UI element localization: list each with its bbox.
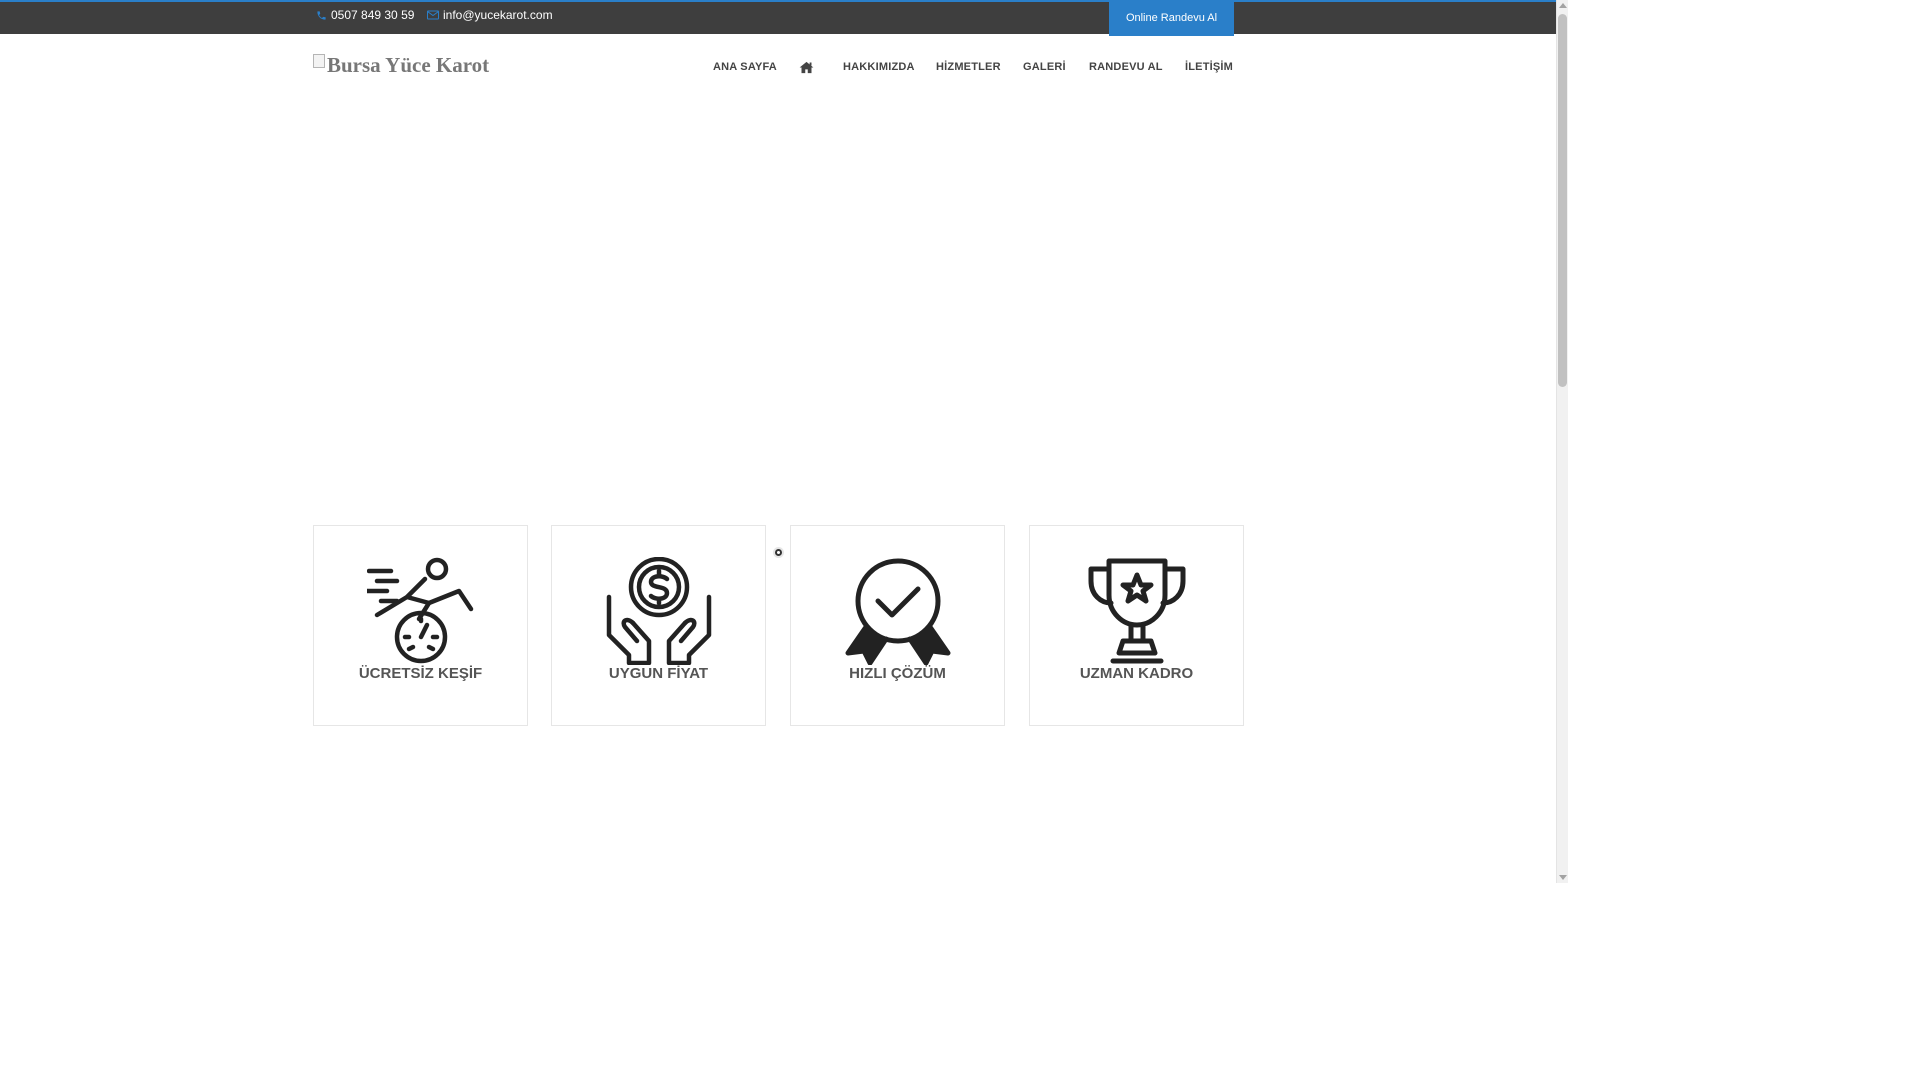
logo-alt-text: Bursa Yüce Karot bbox=[327, 52, 490, 77]
phone-contact[interactable]: 0507 849 30 59 bbox=[316, 8, 414, 22]
phone-number: 0507 849 30 59 bbox=[331, 8, 415, 22]
nav-item-services[interactable]: HİZMETLER bbox=[936, 61, 1001, 73]
home-icon bbox=[799, 61, 814, 74]
page: 0507 849 30 59 info@yucekarot.com Online… bbox=[0, 0, 1568, 883]
slider-dot[interactable] bbox=[773, 547, 784, 558]
feature-title: UYGUN FİYAT bbox=[608, 665, 709, 682]
feature-card-fast-solution: HIZLI ÇÖZÜM bbox=[790, 525, 1005, 726]
email-contact[interactable]: info@yucekarot.com bbox=[427, 8, 553, 22]
feature-title: ÜCRETSİZ KEŞİF bbox=[358, 665, 483, 682]
nav-item-contact[interactable]: İLETİŞİM bbox=[1185, 61, 1233, 73]
online-appointment-button[interactable]: Online Randevu Al bbox=[1109, 0, 1234, 36]
broken-image-icon bbox=[313, 54, 325, 68]
topbar: 0507 849 30 59 info@yucekarot.com Online… bbox=[0, 0, 1556, 36]
scroll-up-arrow-icon[interactable] bbox=[1559, 3, 1567, 8]
nav-item-gallery[interactable]: GALERİ bbox=[1023, 61, 1066, 73]
scrollbar-thumb[interactable] bbox=[1558, 14, 1567, 387]
trophy-star-icon bbox=[1088, 558, 1185, 664]
nav-item-home-icon[interactable] bbox=[799, 61, 814, 77]
site-logo[interactable]: Bursa Yüce Karot bbox=[313, 52, 489, 78]
feature-title: HIZLI ÇÖZÜM bbox=[849, 665, 946, 682]
feature-title: UZMAN KADRO bbox=[1079, 665, 1194, 682]
nav-item-home[interactable]: ANA SAYFA bbox=[713, 61, 777, 73]
envelope-icon bbox=[427, 10, 439, 20]
feature-card-free-survey: ÜCRETSİZ KEŞİF bbox=[313, 525, 528, 726]
page-scrollbar[interactable] bbox=[1556, 0, 1568, 883]
nav-item-appointment[interactable]: RANDEVU AL bbox=[1089, 61, 1163, 73]
badge-check-icon bbox=[845, 558, 950, 665]
nav-item-about[interactable]: HAKKIMIZDA bbox=[843, 61, 915, 73]
scroll-down-arrow-icon[interactable] bbox=[1559, 875, 1567, 880]
hands-coin-icon bbox=[606, 557, 711, 665]
phone-icon bbox=[317, 10, 326, 20]
feature-card-affordable-price: UYGUN FİYAT bbox=[551, 525, 766, 726]
email-address: info@yucekarot.com bbox=[443, 8, 553, 22]
running-speedometer-icon bbox=[366, 557, 473, 664]
feature-card-expert-staff: UZMAN KADRO bbox=[1029, 525, 1244, 726]
